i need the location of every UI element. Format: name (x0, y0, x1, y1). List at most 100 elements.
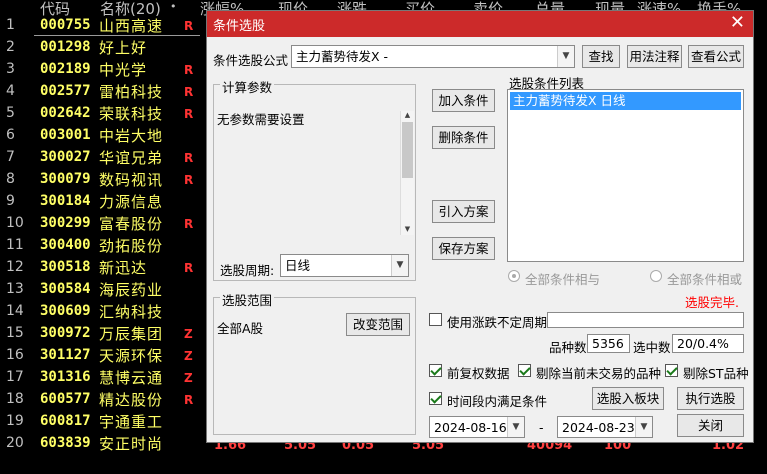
chevron-down-icon[interactable]: ▼ (557, 46, 574, 67)
stock-name: 海辰药业 (99, 281, 164, 299)
period-select[interactable]: 日线 ▼ (280, 254, 409, 277)
within-period-label: 时间段内满足条件 (447, 394, 548, 409)
radio-and-label: 全部条件相与 (525, 272, 601, 287)
stock-code: 000755 (40, 17, 91, 33)
stock-name: 力源信息 (99, 193, 164, 211)
delete-condition-button[interactable]: 删除条件 (432, 126, 495, 149)
stock-name: 中岩大地 (99, 127, 164, 145)
row-number: 10 (6, 215, 24, 231)
pre-adjust-label: 前复权数据 (447, 366, 510, 381)
row-number: 12 (6, 259, 24, 275)
no-params-text: 无参数需要设置 (217, 112, 305, 127)
variety-count-label: 品种数 (549, 340, 587, 355)
stock-name: 好上好 (99, 39, 148, 57)
stock-code: 300609 (40, 303, 91, 319)
range-title: 选股范围 (220, 290, 275, 309)
formula-label: 条件选股公式 (213, 53, 289, 68)
irregular-period-checkbox[interactable] (429, 313, 442, 326)
row-number: 7 (6, 149, 15, 165)
stock-name: 劲拓股份 (99, 237, 164, 255)
close-button[interactable]: 关闭 (677, 414, 744, 437)
stock-name: 精达股份 (99, 391, 164, 409)
add-condition-button[interactable]: 加入条件 (432, 89, 495, 112)
scroll-up-icon[interactable]: ▲ (401, 111, 414, 121)
date-separator: - (539, 420, 544, 435)
radio-or[interactable] (650, 270, 662, 282)
margin-flag: Z (184, 349, 193, 363)
stock-code: 301127 (40, 347, 91, 363)
params-scrollbar[interactable]: ▲ ▼ (400, 111, 414, 235)
exclude-untraded-checkbox[interactable] (518, 364, 531, 377)
stock-name: 天源环保 (99, 347, 164, 365)
stock-name: 中光学 (99, 61, 148, 79)
change-range-button[interactable]: 改变范围 (346, 313, 410, 336)
view-formula-button[interactable]: 查看公式 (688, 45, 744, 68)
exclude-untraded-label: 剔除当前未交易的品种 (536, 366, 662, 381)
selected-label: 选中数 (633, 340, 671, 355)
calc-params-group: 计算参数 无参数需要设置 ▲ ▼ 选股周期: 日线 ▼ (213, 77, 416, 281)
stock-code: 603839 (40, 435, 91, 451)
row-number: 9 (6, 193, 15, 209)
stock-code: 301316 (40, 369, 91, 385)
import-plan-button[interactable]: 引入方案 (432, 200, 495, 223)
row-number: 1 (6, 17, 15, 33)
condition-list-item[interactable]: 主力蓄势待发X 日线 (510, 92, 741, 110)
period-label: 选股周期: (220, 263, 275, 278)
row-number: 15 (6, 325, 24, 341)
irregular-period-input[interactable] (547, 312, 744, 328)
dialog-title-bar[interactable]: 条件选股 ✕ (207, 11, 753, 37)
stock-name: 荣联科技 (99, 105, 164, 123)
radio-and[interactable] (508, 270, 520, 282)
scroll-thumb[interactable] (402, 122, 413, 178)
pre-adjust-checkbox[interactable] (429, 364, 442, 377)
scroll-down-icon[interactable]: ▼ (401, 225, 414, 235)
status-text: 选股完毕. (685, 295, 739, 310)
stock-code: 300184 (40, 193, 91, 209)
execute-select-button[interactable]: 执行选股 (677, 387, 744, 410)
margin-flag: R (184, 393, 194, 407)
margin-flag: R (184, 85, 194, 99)
within-period-checkbox[interactable] (429, 392, 442, 405)
close-icon[interactable]: ✕ (730, 12, 745, 33)
stock-name: 新迅达 (99, 259, 148, 277)
add-to-board-button[interactable]: 选股入板块 (592, 387, 664, 410)
stock-code: 300299 (40, 215, 91, 231)
stock-code: 300584 (40, 281, 91, 297)
stock-code: 300079 (40, 171, 91, 187)
formula-select[interactable]: 主力蓄势待发X - ▼ (291, 45, 575, 68)
chevron-down-icon[interactable]: ▼ (635, 417, 652, 437)
usage-notes-button[interactable]: 用法注释 (627, 45, 682, 68)
stock-code: 600577 (40, 391, 91, 407)
stock-name: 宇通重工 (99, 413, 164, 431)
stock-code: 002577 (40, 83, 91, 99)
row-number: 16 (6, 347, 24, 363)
row-number: 3 (6, 61, 15, 77)
chevron-down-icon[interactable]: ▼ (391, 255, 408, 276)
date-from-picker[interactable]: 2024-08-16 ▼ (429, 416, 525, 438)
stock-code: 300518 (40, 259, 91, 275)
col-dot[interactable]: • (170, 0, 177, 13)
row-number: 4 (6, 83, 15, 99)
chevron-down-icon[interactable]: ▼ (507, 417, 524, 437)
row-number: 2 (6, 39, 15, 55)
date-from-value: 2024-08-16 (434, 420, 507, 435)
row-number: 8 (6, 171, 15, 187)
margin-flag: R (184, 63, 194, 77)
date-to-value: 2024-08-23 (562, 420, 635, 435)
condition-list[interactable]: 主力蓄势待发X 日线 (507, 89, 744, 262)
save-plan-button[interactable]: 保存方案 (432, 237, 495, 260)
exclude-st-checkbox[interactable] (665, 364, 678, 377)
row-number: 14 (6, 303, 24, 319)
formula-value: 主力蓄势待发X - (296, 49, 389, 64)
radio-or-label: 全部条件相或 (667, 272, 743, 287)
stock-name: 山西高速 (99, 17, 164, 35)
margin-flag: R (184, 107, 194, 121)
margin-flag: R (184, 217, 194, 231)
calc-params-title: 计算参数 (220, 77, 275, 96)
stock-code: 300400 (40, 237, 91, 253)
margin-flag: R (184, 261, 194, 275)
find-button[interactable]: 查找 (582, 45, 620, 68)
margin-flag: R (184, 19, 194, 33)
date-to-picker[interactable]: 2024-08-23 ▼ (557, 416, 653, 438)
exclude-st-label: 剔除ST品种 (683, 366, 749, 381)
